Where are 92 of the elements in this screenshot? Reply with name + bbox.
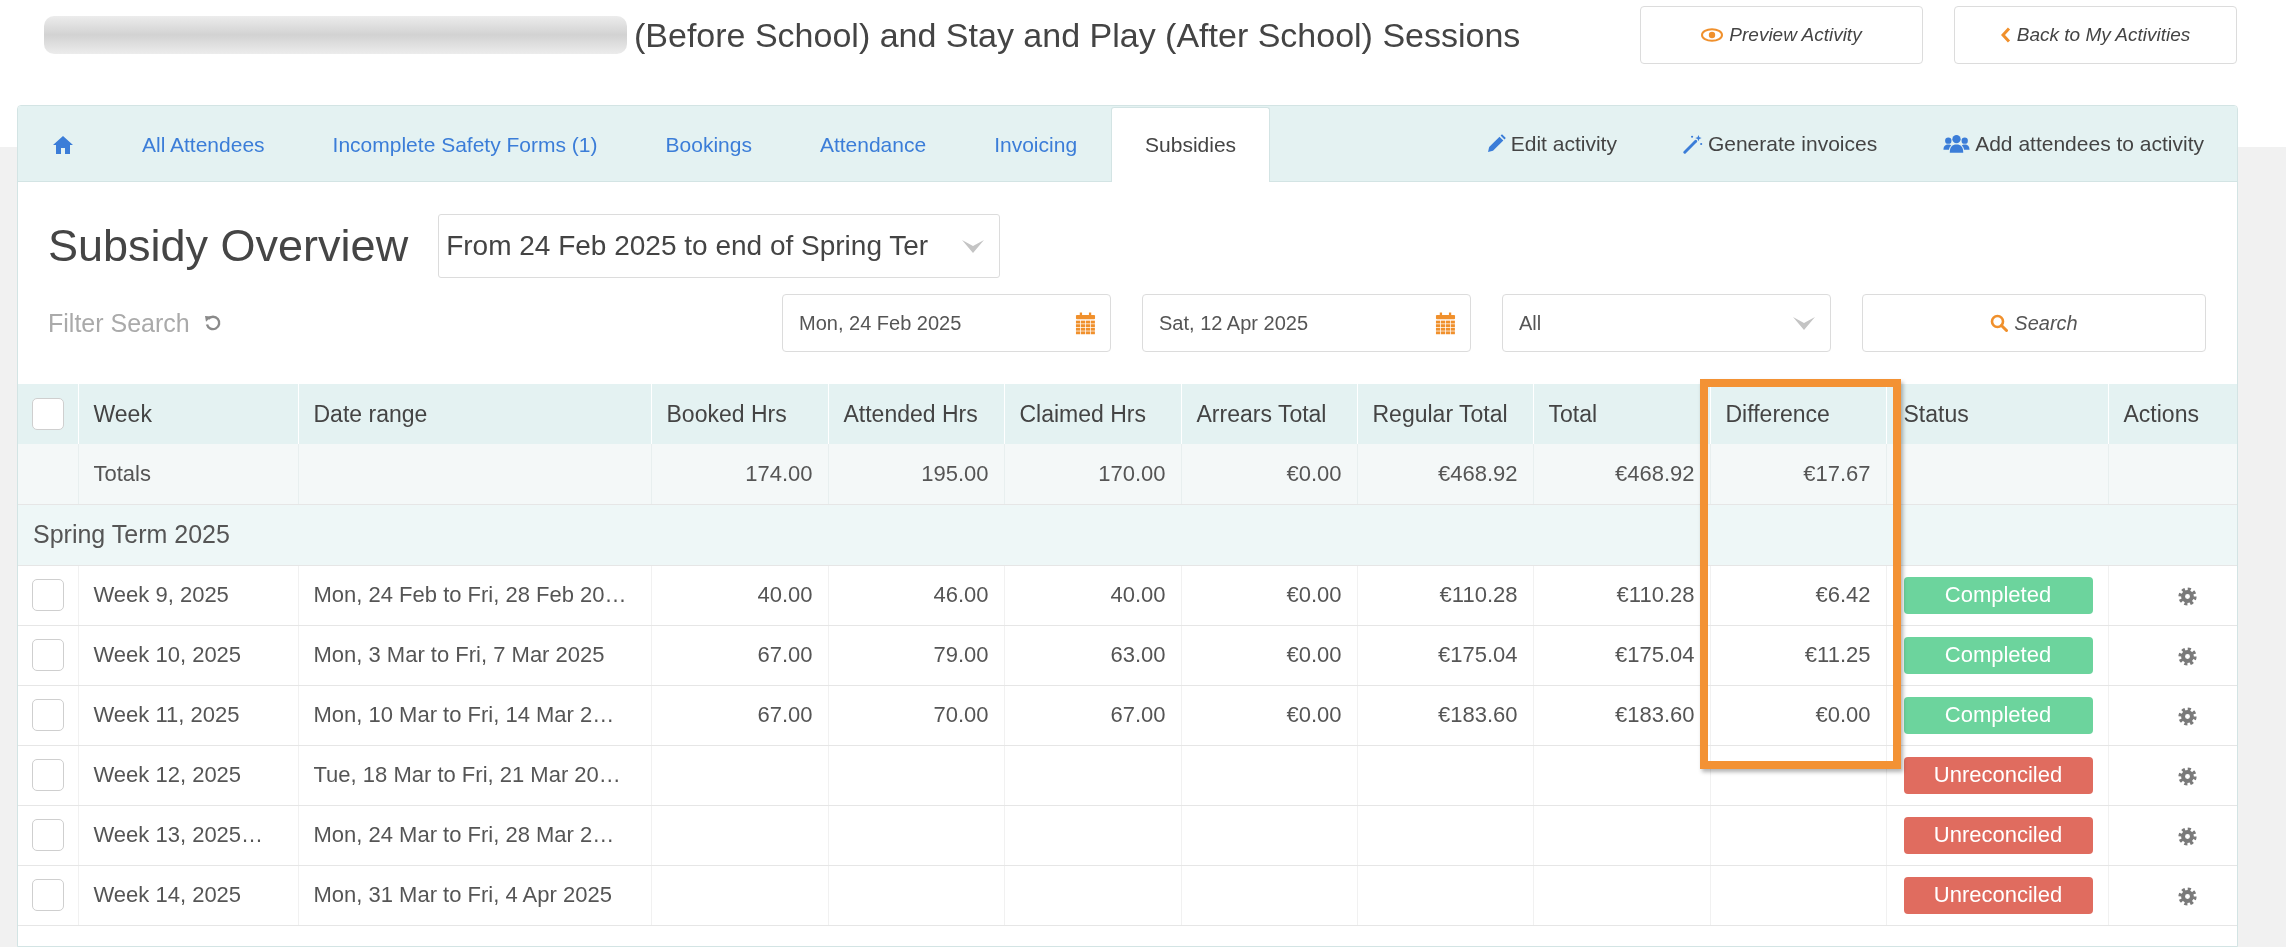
table-cell: 67.00 xyxy=(651,625,828,685)
tab[interactable]: All Attendees xyxy=(108,106,299,182)
status-dropdown[interactable]: All xyxy=(1502,294,1831,352)
table-cell: €6.42 xyxy=(1710,565,1886,625)
table-cell: Week 9, 2025 xyxy=(78,565,298,625)
gear-icon[interactable] xyxy=(2177,646,2197,666)
users-icon xyxy=(1943,133,1971,154)
table-cell: €0.00 xyxy=(1710,685,1886,745)
table-cell: Week 10, 2025 xyxy=(78,625,298,685)
table-cell: 70.00 xyxy=(828,685,1004,745)
reset-icon[interactable] xyxy=(203,314,222,332)
gear-icon[interactable] xyxy=(2177,886,2197,906)
table-cell: Week 13, 2025… xyxy=(78,805,298,865)
table-cell: 67.00 xyxy=(1004,685,1181,745)
table-cell: €468.92 xyxy=(1533,444,1710,504)
back-button[interactable]: Back to My Activities xyxy=(1954,6,2237,64)
table-cell: Week 14, 2025 xyxy=(78,865,298,925)
caret-down-icon xyxy=(1792,315,1816,331)
filter-search-label: Filter Search xyxy=(48,308,190,338)
tab[interactable]: Bookings xyxy=(631,106,786,182)
pencil-icon xyxy=(1485,133,1506,154)
table-cell: Mon, 24 Feb to Fri, 28 Feb 20… xyxy=(298,565,651,625)
tab-action-link[interactable]: Add attendees to activity xyxy=(1910,106,2237,181)
table-cell: Mon, 31 Mar to Fri, 4 Apr 2025 xyxy=(298,865,651,925)
table-cell: €468.92 xyxy=(1357,444,1533,504)
period-dropdown[interactable]: From 24 Feb 2025 to end of Spring Ter xyxy=(438,214,1001,278)
search-icon xyxy=(1990,314,2009,332)
gear-icon[interactable] xyxy=(2177,766,2197,786)
table-cell: €0.00 xyxy=(1181,444,1357,504)
gear-icon[interactable] xyxy=(2177,586,2197,606)
tab-action-link[interactable]: Generate invoices xyxy=(1649,106,1911,181)
preview-activity-button[interactable]: Preview Activity xyxy=(1640,6,1923,64)
tab[interactable]: Invoicing xyxy=(960,106,1112,182)
tab[interactable]: Attendance xyxy=(785,106,961,182)
page-title: (Before School) and Stay and Play (After School) Sessions xyxy=(634,15,1521,55)
table-cell: 46.00 xyxy=(828,565,1004,625)
table-cell: €17.67 xyxy=(1710,444,1886,504)
table-cell: 40.00 xyxy=(1004,565,1181,625)
row-checkbox[interactable] xyxy=(31,759,64,791)
gear-icon[interactable] xyxy=(2177,706,2197,726)
row-checkbox[interactable] xyxy=(31,879,64,911)
home-icon xyxy=(52,134,74,155)
status-badge: Completed xyxy=(1903,696,2093,734)
table-cell: €0.00 xyxy=(1181,685,1357,745)
table-cell: 63.00 xyxy=(1004,625,1181,685)
calendar-icon xyxy=(1075,311,1096,335)
end-date-field[interactable]: Sat, 12 Apr 2025 xyxy=(1142,294,1471,352)
section-heading: Subsidy Overview xyxy=(48,220,409,272)
status-badge: Completed xyxy=(1903,576,2093,614)
caret-down-icon xyxy=(961,238,986,254)
chevron-left-icon xyxy=(2000,27,2011,43)
table-cell: 195.00 xyxy=(828,444,1004,504)
row-checkbox[interactable] xyxy=(31,579,64,611)
table-cell: 79.00 xyxy=(828,625,1004,685)
table-cell: 67.00 xyxy=(651,685,828,745)
table-cell: €0.00 xyxy=(1181,625,1357,685)
magic-wand-icon xyxy=(1682,133,1703,154)
status-badge: Completed xyxy=(1903,636,2093,674)
status-badge: Unreconciled xyxy=(1903,816,2093,854)
table-cell: €110.28 xyxy=(1357,565,1533,625)
table-cell: Mon, 3 Mar to Fri, 7 Mar 2025 xyxy=(298,625,651,685)
tab-action-link[interactable]: Edit activity xyxy=(1452,106,1650,181)
row-checkbox[interactable] xyxy=(31,699,64,731)
table-cell: €0.00 xyxy=(1181,565,1357,625)
table-cell: €175.04 xyxy=(1533,625,1710,685)
table-cell: Week 12, 2025 xyxy=(78,745,298,805)
table-cell: Tue, 18 Mar to Fri, 21 Mar 20… xyxy=(298,745,651,805)
select-all-checkbox[interactable] xyxy=(31,398,64,430)
tab[interactable]: Subsidies xyxy=(1111,107,1271,182)
search-button[interactable]: Search xyxy=(1862,294,2206,352)
table-cell: 170.00 xyxy=(1004,444,1181,504)
table-cell: Week 11, 2025 xyxy=(78,685,298,745)
row-checkbox[interactable] xyxy=(31,639,64,671)
table-cell: 40.00 xyxy=(651,565,828,625)
table-cell: Totals xyxy=(78,444,298,504)
table-cell: €110.28 xyxy=(1533,565,1710,625)
gear-icon[interactable] xyxy=(2177,826,2197,846)
table-cell: €183.60 xyxy=(1533,685,1710,745)
row-checkbox[interactable] xyxy=(31,819,64,851)
table-cell: 174.00 xyxy=(651,444,828,504)
table-cell: Mon, 24 Mar to Fri, 28 Mar 2… xyxy=(298,805,651,865)
table-cell: €183.60 xyxy=(1357,685,1533,745)
table-cell: €11.25 xyxy=(1710,625,1886,685)
tab[interactable]: Incomplete Safety Forms (1) xyxy=(298,106,632,182)
status-badge: Unreconciled xyxy=(1903,756,2093,794)
status-badge: Unreconciled xyxy=(1903,876,2093,914)
table-cell: Mon, 10 Mar to Fri, 14 Mar 2… xyxy=(298,685,651,745)
calendar-icon xyxy=(1435,311,1456,335)
table-cell: €175.04 xyxy=(1357,625,1533,685)
start-date-field[interactable]: Mon, 24 Feb 2025 xyxy=(782,294,1111,352)
eye-icon xyxy=(1701,28,1724,42)
group-header: Spring Term 2025 xyxy=(18,504,2237,565)
